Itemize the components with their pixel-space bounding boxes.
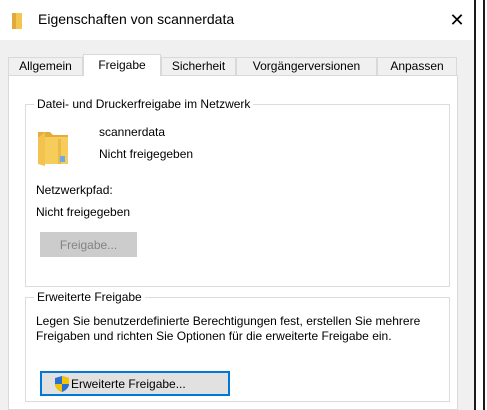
tab-label: Allgemein	[19, 59, 72, 73]
window-border	[474, 0, 476, 410]
share-button[interactable]: Freigabe...	[40, 232, 137, 257]
tab-label: Anpassen	[390, 59, 444, 73]
network-sharing-group-label: Datei- und Druckerfreigabe im Netzwerk	[34, 97, 254, 111]
shared-folder-icon	[38, 132, 68, 166]
share-status: Nicht freigegeben	[99, 147, 194, 161]
advanced-sharing-button[interactable]: Erweiterte Freigabe...	[40, 371, 230, 396]
advanced-sharing-description: Legen Sie benutzerdefinierte Berechtigun…	[36, 314, 421, 343]
tab-allgemein[interactable]: Allgemein	[8, 57, 83, 75]
share-button-label: Freigabe...	[59, 237, 118, 252]
tab-label: Sicherheit	[171, 59, 226, 73]
network-path-value: Nicht freigegeben	[36, 205, 131, 219]
folder-name: scannerdata	[99, 125, 166, 139]
tab-sicherheit[interactable]: Sicherheit	[161, 57, 236, 75]
close-button[interactable]: ✕	[440, 4, 474, 36]
advanced-sharing-button-label: Erweiterte Freigabe...	[71, 376, 186, 391]
window-border-outer	[483, 0, 485, 410]
window-title: Eigenschaften von scannerdata	[38, 11, 235, 27]
tab-vorgaengerversionen[interactable]: Vorgängerversionen	[236, 57, 377, 75]
uac-shield-icon	[55, 375, 69, 392]
tab-label: Freigabe	[98, 58, 146, 72]
advanced-sharing-group-label: Erweiterte Freigabe	[34, 290, 145, 304]
network-path-label: Netzwerkpfad:	[36, 183, 113, 197]
close-icon: ✕	[449, 9, 465, 30]
title-bar: Eigenschaften von scannerdata ✕	[0, 0, 474, 40]
tab-freigabe[interactable]: Freigabe	[83, 54, 161, 76]
tab-label: Vorgängerversionen	[252, 59, 361, 73]
tab-anpassen[interactable]: Anpassen	[377, 57, 457, 75]
folder-icon	[12, 13, 22, 29]
